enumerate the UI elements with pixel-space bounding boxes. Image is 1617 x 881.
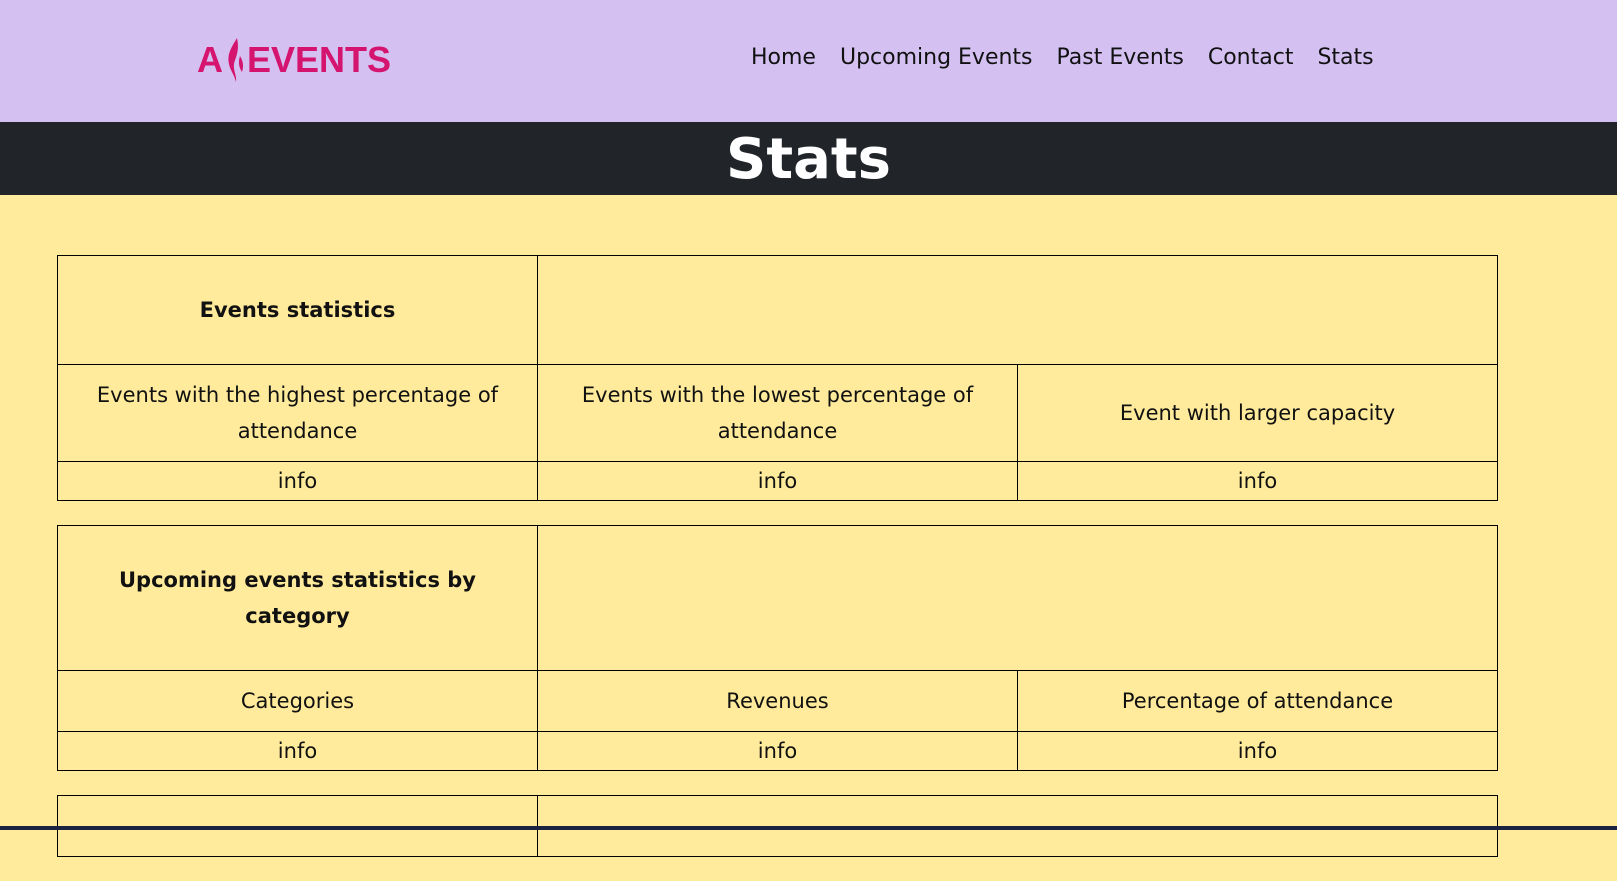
upcoming-by-category-table: Upcoming events statistics by category C… — [57, 525, 1498, 771]
table-title: Events statistics — [57, 255, 538, 365]
table-cell: info — [57, 461, 538, 501]
column-header: Event with larger capacity — [1017, 364, 1498, 462]
nav-link-contact[interactable]: Contact — [1208, 45, 1294, 70]
events-statistics-table: Events statistics Events with the highes… — [57, 255, 1498, 501]
column-header: Revenues — [537, 670, 1018, 732]
stats-tables: Events statistics Events with the highes… — [57, 255, 1498, 881]
table-column-row: Categories Revenues Percentage of attend… — [57, 670, 1498, 732]
page-title: Stats — [726, 126, 891, 192]
table-row: info info info — [57, 731, 1498, 771]
column-header: Events with the lowest percentage of att… — [537, 364, 1018, 462]
table-cell: info — [537, 461, 1018, 501]
column-header: Categories — [57, 670, 538, 732]
nav-link-home[interactable]: Home — [751, 45, 816, 70]
column-header: Events with the highest percentage of at… — [57, 364, 538, 462]
window-bottom-edge — [0, 826, 1617, 830]
table-column-row: Events with the highest percentage of at… — [57, 364, 1498, 462]
table-header-row: Events statistics — [57, 255, 1498, 365]
nav-link-stats[interactable]: Stats — [1317, 45, 1373, 70]
table-header-row: Upcoming events statistics by category — [57, 525, 1498, 671]
table-row: info info info — [57, 461, 1498, 501]
brand-logo[interactable]: A EVENTS — [197, 36, 391, 84]
table-cell: info — [537, 731, 1018, 771]
table-cell: info — [57, 731, 538, 771]
table-header-blank — [537, 255, 1498, 365]
nav-link-past-events[interactable]: Past Events — [1057, 45, 1184, 70]
table-cell: info — [1017, 731, 1498, 771]
nav-link-upcoming-events[interactable]: Upcoming Events — [840, 45, 1033, 70]
table-title: Upcoming events statistics by category — [57, 525, 538, 671]
logo-letter-a: A — [197, 39, 223, 80]
column-header: Percentage of attendance — [1017, 670, 1498, 732]
table-cell: info — [1017, 461, 1498, 501]
navbar: A EVENTS Home Upcoming Events Past Event… — [0, 0, 1617, 122]
main-nav: Home Upcoming Events Past Events Contact… — [751, 45, 1374, 70]
table-header-blank — [537, 525, 1498, 671]
page-banner: Stats — [0, 122, 1617, 195]
flame-icon — [228, 38, 244, 82]
logo-wordmark: EVENTS — [247, 39, 392, 80]
